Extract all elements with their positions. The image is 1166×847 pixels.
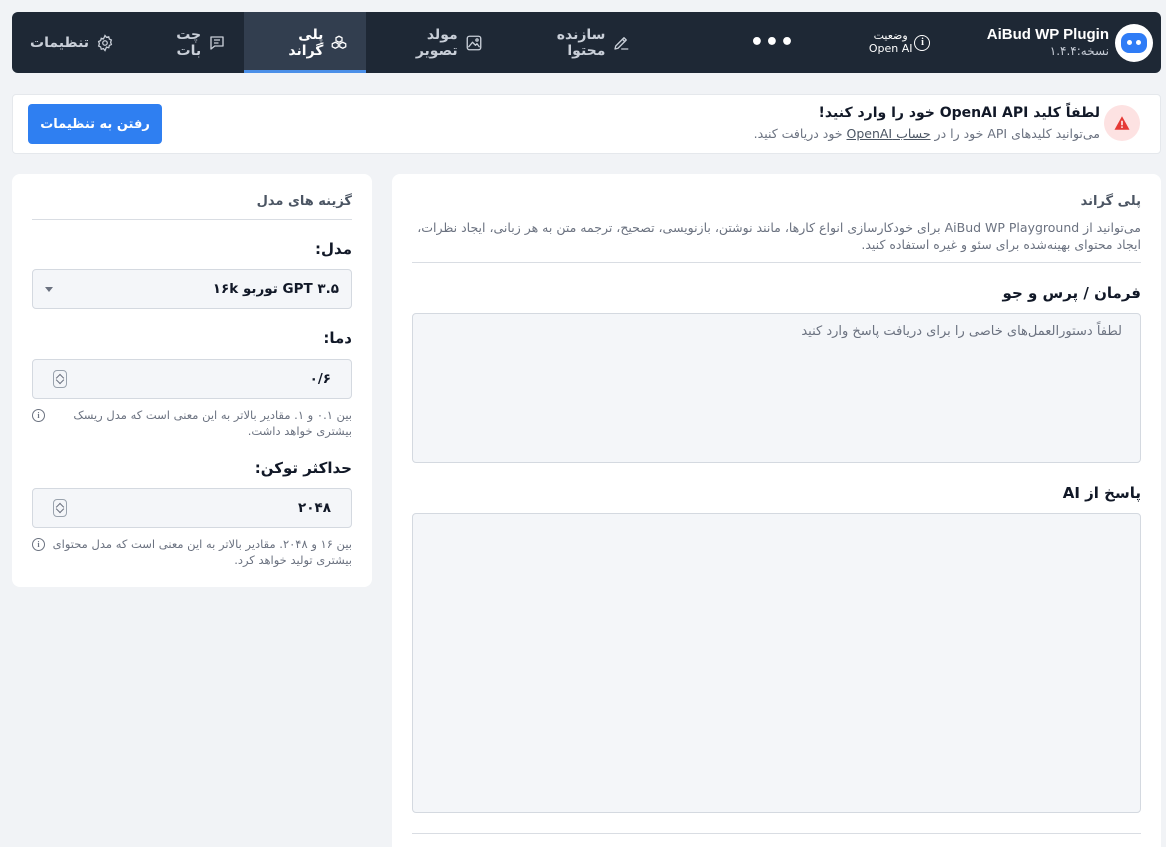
robot-logo-icon [1115,23,1153,62]
openai-account-link[interactable]: حساب OpenAI [847,126,931,141]
tab-settings[interactable]: تنظیمات [12,12,132,73]
gear-icon [96,33,114,52]
alert-body-text: خود دریافت کنید. [753,126,847,141]
brand-name: AiBud WP Plugin [986,25,1109,43]
panel-title: گزینه های مدل [256,194,352,209]
brand-version: نسخه:۱.۴.۴ [1049,44,1109,59]
max-tokens-input[interactable]: ۲۰۴۸ [32,488,352,528]
tab-playground[interactable]: پلی گراند [244,12,367,73]
status-value: Open AI [868,41,913,55]
info-icon: i [914,34,931,51]
tab-label: چت بات [176,26,202,59]
model-label: مدل: [315,240,352,258]
stepper-icon[interactable] [53,499,67,517]
prompt-textarea[interactable] [412,313,1141,463]
tab-content-builder[interactable]: سازنده محتوا [501,12,649,73]
nav-tabs: سازنده محتوا مولد تصویر پلی گراند چت بات… [12,12,648,73]
more-menu-button[interactable]: ••• [750,12,794,73]
divider [412,262,1141,263]
response-label: پاسخ از AI [1062,484,1141,502]
model-options-panel: گزینه های مدل مدل: GPT ۳.۵ توربو ۱۶k دما… [12,174,372,587]
warning-icon [1104,105,1140,141]
temperature-hint: بین ۰.۱ و ۱. مقادیر بالاتر به این معنی ا… [73,408,352,438]
max-tokens-label: حداکثر توکن: [254,459,352,477]
response-textarea[interactable] [412,513,1141,813]
alert-body-text: می‌توانید کلیدهای API خود را در [930,126,1100,141]
tab-label: مولد تصویر [415,26,458,59]
brand: AiBud WP Plugin نسخه:۱.۴.۴ [936,12,1161,73]
api-key-alert: لطفاً کلید OpenAI API خود را وارد کنید! … [12,94,1161,154]
status-indicator[interactable]: i وضعیت Open AI [852,12,931,73]
playground-panel: پلی گراند می‌توانید از AiBud WP Playgrou… [392,174,1161,847]
tab-chatbot[interactable]: چت بات [132,12,244,73]
temperature-value: ۰/۶ [309,371,331,387]
cubes-icon [330,34,348,52]
max-tokens-value: ۲۰۴۸ [298,500,331,516]
stepper-icon[interactable] [53,370,67,388]
info-icon: i [32,409,45,422]
status-label: وضعیت [873,28,908,42]
tab-image-generator[interactable]: مولد تصویر [366,12,500,73]
tab-label: تنظیمات [30,34,90,51]
info-icon: i [32,538,45,551]
alert-body: می‌توانید کلیدهای API خود را در حساب Ope… [754,126,1100,141]
top-nav-bar: AiBud WP Plugin نسخه:۱.۴.۴ i وضعیت Open … [12,12,1161,73]
divider [32,219,352,220]
temperature-input[interactable]: ۰/۶ [32,359,352,399]
panel-description: می‌توانید از AiBud WP Playground برای خو… [417,220,1141,252]
image-icon [465,34,483,52]
go-to-settings-button[interactable]: رفتن به تنظیمات [28,104,162,144]
tab-label: سازنده محتوا [556,26,606,59]
tab-label: پلی گراند [288,26,324,59]
chevron-down-icon [45,286,53,292]
panel-title: پلی گراند [1080,194,1141,209]
pen-icon [612,34,630,52]
divider [412,833,1141,834]
model-select[interactable]: GPT ۳.۵ توربو ۱۶k [32,269,352,309]
max-tokens-hint: بین ۱۶ و ۲۰۴۸. مقادیر بالاتر به این معنی… [52,537,352,567]
temperature-label: دما: [323,329,352,347]
model-select-value: GPT ۳.۵ توربو ۱۶k [212,281,339,297]
alert-title: لطفاً کلید OpenAI API خود را وارد کنید! [818,105,1100,121]
chat-icon [208,34,226,52]
prompt-label: فرمان / پرس و جو [1002,284,1141,302]
